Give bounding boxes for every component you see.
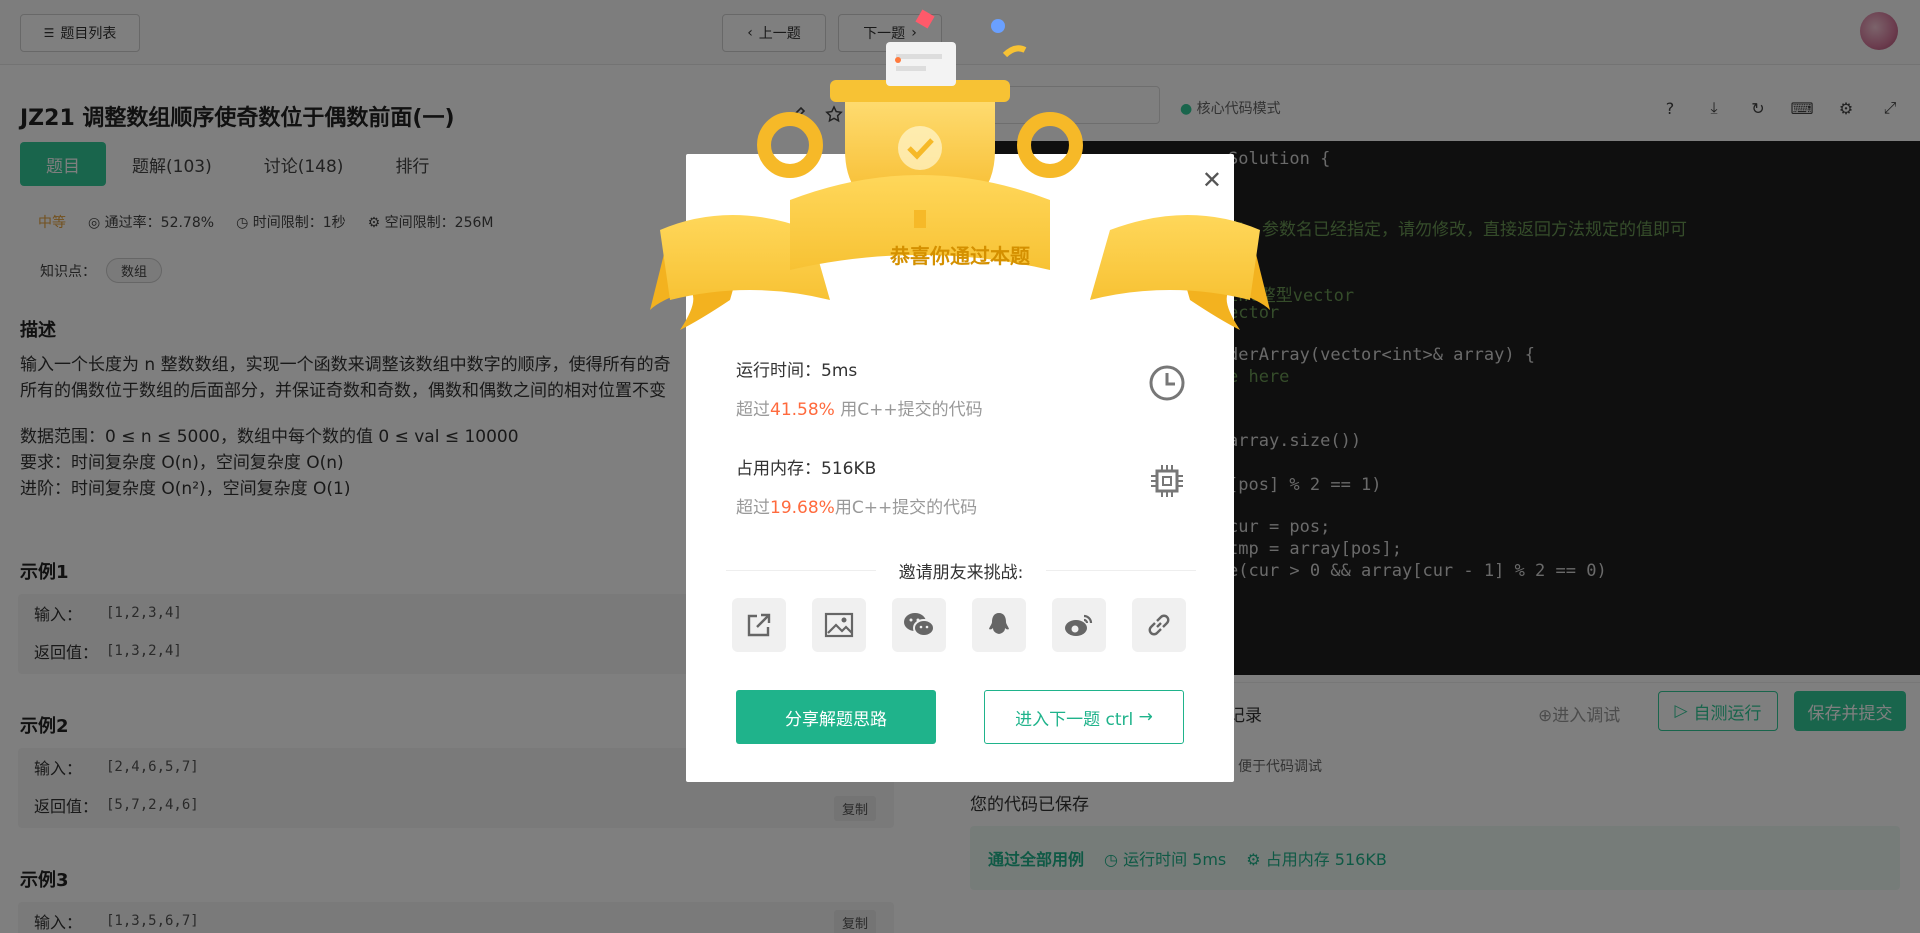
qq-icon[interactable] — [972, 598, 1026, 652]
image-icon[interactable] — [812, 598, 866, 652]
invite-label: 邀请朋友来挑战: — [726, 558, 1196, 583]
weibo-icon[interactable] — [1052, 598, 1106, 652]
copy-link-icon[interactable] — [1132, 598, 1186, 652]
arrow-right-icon: → — [1138, 707, 1153, 727]
share-link-icon[interactable] — [732, 598, 786, 652]
share-options — [732, 598, 1186, 652]
memory-stat: 占用内存：516KB 超过19.68%用C++提交的代码 — [736, 459, 978, 518]
share-solution-button[interactable]: 分享解题思路 — [736, 690, 936, 744]
wechat-icon[interactable] — [892, 598, 946, 652]
clock-icon — [1148, 364, 1186, 406]
close-icon[interactable]: ✕ — [1202, 166, 1222, 194]
success-modal: ✕ 运行时间：5ms 超过41.58% 用C++提交的代码 占用内存：516KB… — [686, 154, 1234, 782]
runtime-stat: 运行时间：5ms 超过41.58% 用C++提交的代码 — [736, 361, 983, 420]
next-problem-button[interactable]: 进入下一题 ctrl → — [984, 690, 1184, 744]
chip-icon — [1148, 462, 1186, 504]
